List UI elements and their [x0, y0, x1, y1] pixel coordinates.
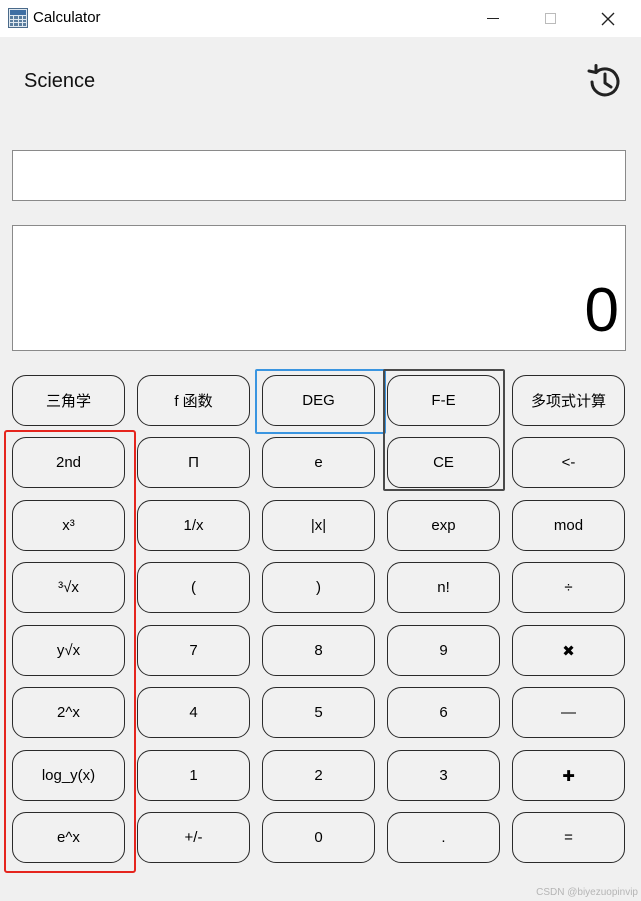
- key-r0-c4-button[interactable]: 多项式计算: [512, 375, 625, 426]
- key-r3-c4-button[interactable]: ÷: [512, 562, 625, 613]
- key-r5-c1-button[interactable]: 4: [137, 687, 250, 738]
- key-r3-c2-button[interactable]: ): [262, 562, 375, 613]
- key-r6-c0-button[interactable]: log_y(x): [12, 750, 125, 801]
- key-r6-c1-button[interactable]: 1: [137, 750, 250, 801]
- key-r4-c2-button[interactable]: 8: [262, 625, 375, 676]
- result-display: 0: [12, 225, 626, 351]
- key-r5-c3-button[interactable]: 6: [387, 687, 500, 738]
- watermark: CSDN @biyezuopinvip: [536, 887, 638, 898]
- key-r1-c1-button[interactable]: Π: [137, 437, 250, 488]
- maximize-icon: [544, 13, 556, 24]
- key-r7-c1-button[interactable]: +/-: [137, 812, 250, 863]
- key-r1-c4-button[interactable]: <-: [512, 437, 625, 488]
- key-r7-c3-button[interactable]: .: [387, 812, 500, 863]
- key-r2-c2-button[interactable]: |x|: [262, 500, 375, 551]
- key-r6-c4-button[interactable]: ✚: [512, 750, 625, 801]
- key-r3-c0-button[interactable]: ³√x: [12, 562, 125, 613]
- key-r5-c2-button[interactable]: 5: [262, 687, 375, 738]
- key-r0-c3-button[interactable]: F-E: [387, 375, 500, 426]
- key-r3-c1-button[interactable]: (: [137, 562, 250, 613]
- key-r0-c1-button[interactable]: f 函数: [137, 375, 250, 426]
- key-r6-c3-button[interactable]: 3: [387, 750, 500, 801]
- minimize-button[interactable]: [470, 0, 516, 37]
- key-r4-c1-button[interactable]: 7: [137, 625, 250, 676]
- key-r4-c0-button[interactable]: y√x: [12, 625, 125, 676]
- key-r7-c2-button[interactable]: 0: [262, 812, 375, 863]
- close-icon: [601, 12, 615, 25]
- key-r5-c4-button[interactable]: —: [512, 687, 625, 738]
- key-r0-c2-button[interactable]: DEG: [262, 375, 375, 426]
- maximize-button[interactable]: [527, 0, 573, 37]
- minimize-icon: [487, 18, 499, 19]
- key-r2-c3-button[interactable]: exp: [387, 500, 500, 551]
- title-bar: Calculator: [0, 0, 641, 37]
- key-r1-c3-button[interactable]: CE: [387, 437, 500, 488]
- window-title: Calculator: [33, 9, 101, 26]
- key-r4-c4-button[interactable]: ✖: [512, 625, 625, 676]
- history-icon[interactable]: [585, 62, 625, 102]
- result-value: 0: [584, 276, 619, 345]
- calculator-app-icon: [8, 8, 28, 28]
- key-r1-c0-button[interactable]: 2nd: [12, 437, 125, 488]
- mode-title: Science: [24, 70, 96, 92]
- key-r4-c3-button[interactable]: 9: [387, 625, 500, 676]
- expression-display[interactable]: [12, 150, 626, 201]
- key-r7-c0-button[interactable]: e^x: [12, 812, 125, 863]
- key-r6-c2-button[interactable]: 2: [262, 750, 375, 801]
- key-r0-c0-button[interactable]: 三角学: [12, 375, 125, 426]
- key-r2-c4-button[interactable]: mod: [512, 500, 625, 551]
- close-button[interactable]: [585, 0, 631, 37]
- key-r2-c0-button[interactable]: x³: [12, 500, 125, 551]
- key-r7-c4-button[interactable]: =: [512, 812, 625, 863]
- key-r1-c2-button[interactable]: e: [262, 437, 375, 488]
- key-r2-c1-button[interactable]: 1/x: [137, 500, 250, 551]
- key-r5-c0-button[interactable]: 2^x: [12, 687, 125, 738]
- key-r3-c3-button[interactable]: n!: [387, 562, 500, 613]
